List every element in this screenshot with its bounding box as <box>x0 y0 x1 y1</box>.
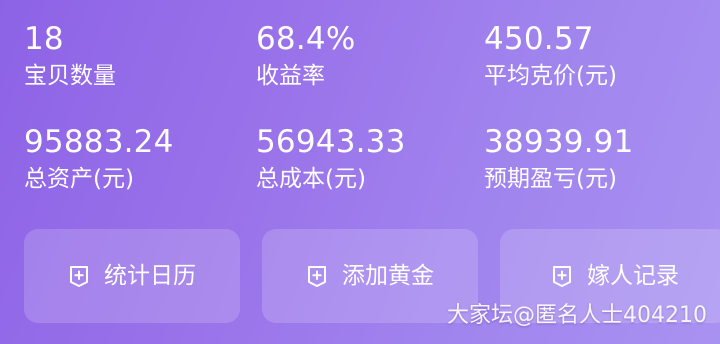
yield-rate-value: 68.4% <box>256 21 356 57</box>
expected-profit-value: 38939.91 <box>484 124 634 160</box>
total-cost-label: 总成本(元) <box>256 166 366 192</box>
item-count-label: 宝贝数量 <box>24 63 116 89</box>
gold-summary-panel: 18 宝贝数量 68.4% 收益率 450.57 平均克价(元) 95883.2… <box>0 0 720 344</box>
average-gram-price-label: 平均克价(元) <box>484 63 617 89</box>
expected-profit-label: 预期盈亏(元) <box>484 166 617 192</box>
stat-total-assets: 95883.24 总资产(元) <box>24 123 244 194</box>
statistics-calendar-label: 统计日历 <box>104 263 196 289</box>
stat-expected-profit: 38939.91 预期盈亏(元) <box>484 123 704 194</box>
add-badge-icon <box>306 264 328 288</box>
add-badge-icon <box>68 264 90 288</box>
stat-average-gram-price: 450.57 平均克价(元) <box>484 20 704 91</box>
statistics-calendar-button[interactable]: 统计日历 <box>24 229 240 323</box>
stat-item-count: 18 宝贝数量 <box>24 20 244 91</box>
total-cost-value: 56943.33 <box>256 124 406 160</box>
item-count-value: 18 <box>24 21 64 57</box>
add-badge-icon <box>551 264 573 288</box>
watermark: 大家坛@匿名人士404210 <box>447 303 707 328</box>
total-assets-value: 95883.24 <box>24 124 174 160</box>
total-assets-label: 总资产(元) <box>24 166 134 192</box>
add-gold-button[interactable]: 添加黄金 <box>262 229 478 323</box>
add-gold-label: 添加黄金 <box>342 263 434 289</box>
yield-rate-label: 收益率 <box>256 63 325 89</box>
average-gram-price-value: 450.57 <box>484 21 594 57</box>
stat-total-cost: 56943.33 总成本(元) <box>256 123 476 194</box>
stat-yield-rate: 68.4% 收益率 <box>256 20 476 91</box>
marriage-record-label: 嫁人记录 <box>587 263 679 289</box>
